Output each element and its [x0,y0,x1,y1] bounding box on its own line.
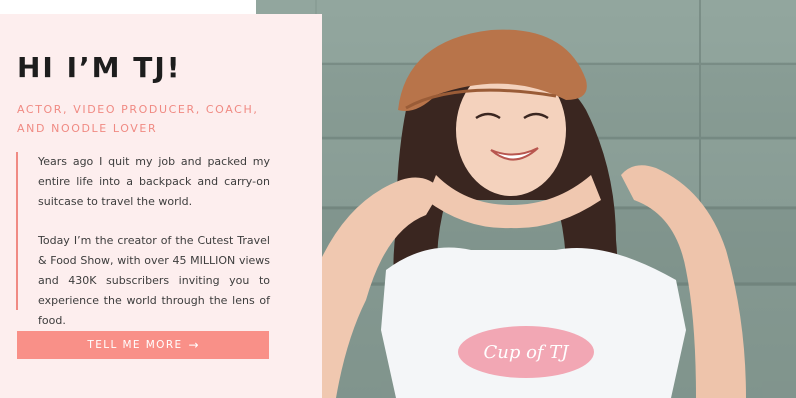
shirt-graphic-text: Cup of TJ [483,342,570,363]
hero-photo: Cup of TJ [256,0,796,398]
arrow-right-icon: → [188,338,199,352]
subtitle: ACTOR, VIDEO PRODUCER, COACH, AND NOODLE… [17,103,259,135]
bio-paragraph: Years ago I quit my job and packed my en… [38,155,270,208]
tell-me-more-button[interactable]: TELL ME MORE → [17,331,269,359]
top-strip [0,0,256,14]
bio-quote: Years ago I quit my job and packed my en… [16,152,270,327]
page-title: HI I’M TJ! [17,51,182,84]
bio-paragraph: Today I’m the creator of the Cutest Trav… [38,234,270,327]
tell-me-more-label: TELL ME MORE [87,339,183,351]
